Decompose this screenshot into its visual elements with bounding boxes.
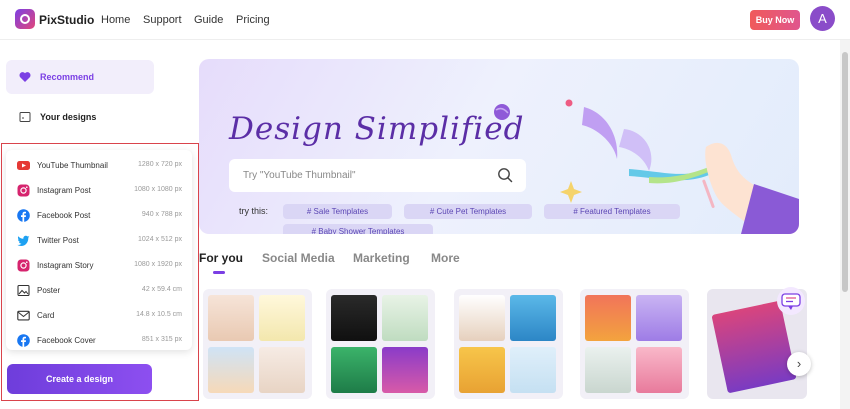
template-thumbnail [636,295,682,341]
nav-guide[interactable]: Guide [194,14,223,26]
page-scrollbar[interactable] [840,40,850,409]
avatar[interactable]: A [810,6,835,31]
template-thumbnail [259,347,305,393]
template-thumbnail [331,295,377,341]
template-card-sale[interactable] [580,289,689,399]
tab-for-you[interactable]: For you [199,251,243,265]
highlight-outline [1,143,199,401]
tab-more[interactable]: More [431,251,460,265]
brand-name[interactable]: PixStudio [39,13,94,27]
nav-pricing[interactable]: Pricing [236,14,270,26]
template-thumbnail [382,295,428,341]
template-thumbnail [208,295,254,341]
hero-banner: Design Simplified try this: # Sale Templ… [199,59,799,234]
template-thumbnail [636,347,682,393]
nav-support[interactable]: Support [143,14,182,26]
template-thumbnail [382,347,428,393]
nav-home[interactable]: Home [101,14,130,26]
search-input[interactable] [229,159,489,192]
folder-icon [19,112,31,122]
logo-icon[interactable] [15,9,35,29]
sidebar-item-label: Recommend [40,72,95,82]
template-thumbnail [585,295,631,341]
template-thumbnail [208,347,254,393]
next-arrow-icon[interactable]: › [787,352,811,376]
chip-sale-templates[interactable]: # Sale Templates [283,204,392,219]
sidebar-item-your-designs[interactable]: Your designs [6,100,154,134]
template-card-pets[interactable] [454,289,563,399]
template-thumbnail [459,347,505,393]
sidebar-item-label: Your designs [40,112,97,122]
template-card-baby-shower[interactable] [203,289,312,399]
hero-illustration [494,99,799,234]
template-thumbnail [259,295,305,341]
tab-marketing[interactable]: Marketing [353,251,410,265]
template-thumbnail [459,295,505,341]
sidebar-item-recommend[interactable]: Recommend [6,60,154,94]
template-thumbnail [585,347,631,393]
template-card-fashion[interactable] [326,289,435,399]
scrollbar-thumb[interactable] [842,52,848,292]
tab-social-media[interactable]: Social Media [262,251,335,265]
buy-now-button[interactable]: Buy Now [750,10,800,30]
active-tab-indicator [213,271,225,274]
try-this-label: try this: [239,206,269,216]
heart-icon [19,72,31,82]
template-thumbnail [510,347,556,393]
chat-icon[interactable] [776,286,806,316]
chip-baby-shower-templates[interactable]: # Baby Shower Templates [283,224,433,234]
template-thumbnail [510,295,556,341]
top-bar: PixStudio Home Support Guide Pricing Buy… [0,0,850,40]
template-thumbnail [331,347,377,393]
